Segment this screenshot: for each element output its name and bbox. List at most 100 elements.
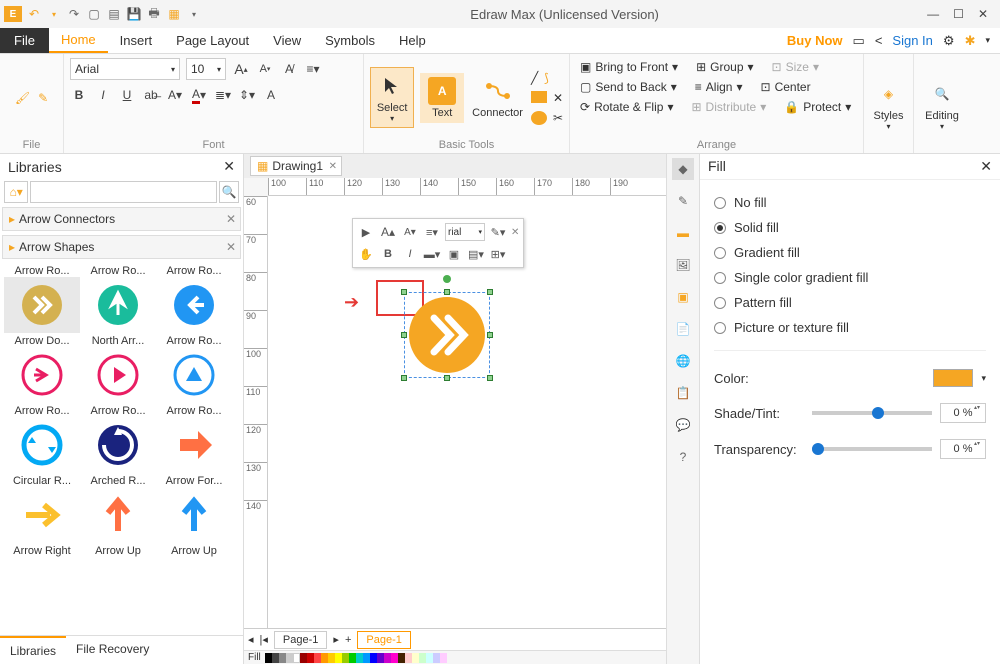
color-swatch[interactable] (933, 369, 973, 387)
shade-value-input[interactable]: 0 %▴▾ (940, 403, 986, 423)
libraries-close-icon[interactable]: ✕ (223, 158, 235, 175)
shape-arrow-outline-right[interactable] (4, 347, 80, 403)
bullets-icon[interactable]: ≣▾ (214, 86, 232, 104)
page-tab-active[interactable]: Page-1 (357, 631, 410, 649)
page-tool-icon[interactable]: 📄 (672, 318, 694, 340)
styles-button[interactable]: ◈ Styles ▾ (870, 76, 907, 135)
shade-slider[interactable] (812, 411, 932, 415)
collapse-ribbon-icon[interactable]: ▾ (985, 35, 990, 46)
resize-handle[interactable] (444, 289, 450, 295)
resize-handle[interactable] (487, 375, 493, 381)
mini-color-icon[interactable]: ▤▾ (467, 245, 485, 263)
shape-arrow-forward[interactable] (156, 417, 232, 473)
radio-solid-fill[interactable]: Solid fill (714, 215, 986, 240)
shape-arrow-left[interactable] (156, 277, 232, 333)
crop-tool-icon[interactable]: ✂ (553, 111, 563, 125)
resize-handle[interactable] (401, 375, 407, 381)
underline-icon[interactable]: U (118, 86, 136, 104)
mini-fill-icon[interactable]: ▬▾ (423, 245, 441, 263)
shape-play-arrow[interactable] (80, 347, 156, 403)
resize-handle[interactable] (487, 289, 493, 295)
library-home-dropdown[interactable]: ⌂▾ (4, 181, 28, 203)
share-icon[interactable]: < (875, 33, 883, 48)
new-icon[interactable]: ▢ (86, 6, 102, 22)
mini-select-icon[interactable]: ▶ (357, 223, 375, 241)
radio-no-fill[interactable]: No fill (714, 190, 986, 215)
undo-icon[interactable]: ↶ (26, 6, 42, 22)
align-button[interactable]: ≡ Align ▾ (691, 78, 747, 96)
section-close-icon[interactable]: ✕ (226, 240, 236, 254)
radio-single-gradient[interactable]: Single color gradient fill (714, 265, 986, 290)
resize-handle[interactable] (401, 332, 407, 338)
section-arrow-connectors[interactable]: ▸ Arrow Connectors✕ (2, 207, 241, 231)
web-tool-icon[interactable]: 🌐 (672, 350, 694, 372)
fill-tool-icon[interactable]: ◆ (672, 158, 694, 180)
shape-up-triangle[interactable] (156, 347, 232, 403)
settings-gear-icon[interactable]: ⚙ (943, 33, 955, 49)
shape-arrow-double[interactable] (4, 277, 80, 333)
canvas[interactable]: 60708090100110120130140 ▶ A▴ A▾ ≡▾ rial▾… (268, 196, 666, 628)
rotation-handle[interactable] (443, 275, 451, 283)
mini-font-select[interactable]: rial▾ (445, 223, 485, 241)
resize-handle[interactable] (401, 289, 407, 295)
spacing-icon[interactable]: ⇕▾ (238, 86, 256, 104)
arc-shape-icon[interactable]: ⟆ (544, 71, 549, 85)
page-next-icon[interactable]: ▸ (333, 633, 339, 646)
group-button[interactable]: ⊞ Group ▾ (692, 58, 757, 76)
distribute-button[interactable]: ⊞ Distribute ▾ (687, 98, 770, 116)
font-size-select[interactable]: 10▾ (186, 58, 226, 80)
section-close-icon[interactable]: ✕ (226, 212, 236, 226)
size-button[interactable]: ⊡ Size ▾ (768, 58, 823, 76)
mini-hand-icon[interactable]: ✋ (357, 245, 375, 263)
open-icon[interactable]: ▤ (106, 6, 122, 22)
rect-shape-icon[interactable] (531, 91, 547, 105)
rotate-flip-button[interactable]: ⟳ Rotate & Flip ▾ (576, 98, 677, 116)
center-button[interactable]: ⊡ Center (757, 78, 815, 96)
doc-close-icon[interactable]: ✕ (329, 161, 337, 172)
increase-font-icon[interactable]: A▴ (232, 60, 250, 78)
strikethrough-icon[interactable]: ab̶ (142, 86, 160, 104)
italic-icon[interactable]: I (94, 86, 112, 104)
page-first-icon[interactable]: |◂ (260, 633, 268, 646)
page-prev-icon[interactable]: ◂ (248, 633, 254, 646)
radio-picture-fill[interactable]: Picture or texture fill (714, 315, 986, 340)
tab-symbols[interactable]: Symbols (313, 28, 387, 53)
section-arrow-shapes[interactable]: ▸ Arrow Shapes✕ (2, 235, 241, 259)
font-color-icon[interactable]: A▾ (190, 86, 208, 104)
tab-home[interactable]: Home (49, 28, 108, 53)
library-search-input[interactable] (30, 181, 217, 203)
fill-panel-close-icon[interactable]: ✕ (980, 158, 992, 175)
tab-libraries[interactable]: Libraries (0, 636, 66, 664)
shape-arrow-up-orange[interactable] (80, 487, 156, 543)
print-icon[interactable]: 🖶 (146, 6, 162, 22)
line-shape-icon[interactable]: ╱ (531, 71, 538, 85)
help-tool-icon[interactable]: ? (672, 446, 694, 468)
bold-icon[interactable]: B (70, 86, 88, 104)
tab-file-recovery[interactable]: File Recovery (66, 636, 159, 664)
line-tool-icon[interactable]: ✎ (672, 190, 694, 212)
send-to-back-button[interactable]: ▢ Send to Back ▾ (576, 78, 681, 96)
color-dropdown-icon[interactable]: ▾ (981, 373, 986, 384)
paint-brush-icon[interactable]: 🖌 (15, 91, 30, 105)
radio-gradient-fill[interactable]: Gradient fill (714, 240, 986, 265)
protect-button[interactable]: 🔒 Protect ▾ (780, 98, 855, 116)
transparency-slider[interactable] (812, 447, 932, 451)
clear-format-icon[interactable]: A̸ (280, 60, 298, 78)
tab-view[interactable]: View (261, 28, 313, 53)
mini-brush-icon[interactable]: ✎▾ (489, 223, 507, 241)
options-icon[interactable]: ▦ (166, 6, 182, 22)
mini-increase-font-icon[interactable]: A▴ (379, 223, 397, 241)
save-icon[interactable]: 💾 (126, 6, 142, 22)
shape-circular[interactable] (4, 417, 80, 473)
mini-close-icon[interactable]: ✕ (511, 227, 519, 238)
page-add-icon[interactable]: + (345, 634, 351, 646)
resize-handle[interactable] (444, 375, 450, 381)
buy-now-link[interactable]: Buy Now (787, 33, 843, 48)
decrease-font-icon[interactable]: A▾ (256, 60, 274, 78)
shape-arrow-up-blue[interactable] (156, 487, 232, 543)
font-family-select[interactable]: Arial▾ (70, 58, 180, 80)
format-painter-icon[interactable]: ✎ (38, 91, 48, 105)
tab-page-layout[interactable]: Page Layout (164, 28, 261, 53)
tab-insert[interactable]: Insert (108, 28, 165, 53)
shape-arched[interactable] (80, 417, 156, 473)
